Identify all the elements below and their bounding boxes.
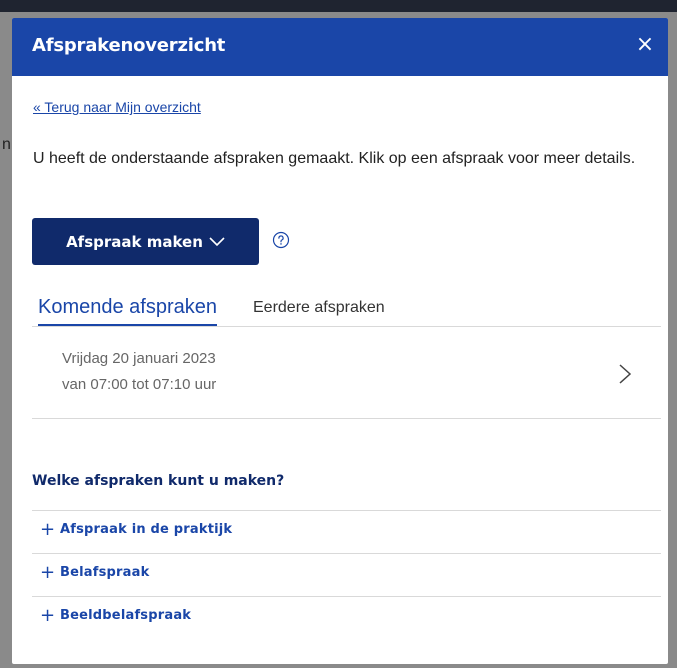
make-appointment-button[interactable]: Afspraak maken [32,218,259,265]
appointment-types-heading: Welke afspraken kunt u maken? [32,473,285,489]
option-label: Beeldbelafspraak [60,608,192,623]
background-top-bar [0,0,677,12]
appointments-dialog: Afsprakenoverzicht × « Terug naar Mijn o… [12,18,668,664]
close-button[interactable]: × [632,32,658,58]
background-overlay-right [668,12,677,668]
option-label: Belafspraak [60,565,150,580]
background-overlay-left [0,12,12,668]
appointment-time: van 07:00 tot 07:10 uur [62,376,217,393]
tab-upcoming-appointments[interactable]: Komende afspraken [38,296,218,326]
help-circle-icon[interactable] [272,231,290,249]
plus-icon: + [40,519,56,540]
option-phone-appointment[interactable]: + Belafspraak [32,553,661,596]
option-practice-appointment[interactable]: + Afspraak in de praktijk [32,510,661,553]
option-video-appointment[interactable]: + Beeldbelafspraak [32,596,661,639]
plus-icon: + [40,605,56,626]
make-appointment-label: Afspraak maken [66,232,203,251]
appointment-tabs: Komende afspraken Eerdere afspraken [32,296,661,327]
chevron-down-icon [209,236,225,246]
intro-text: U heeft de onderstaande afspraken gemaak… [33,150,636,167]
chevron-right-icon [619,364,632,384]
close-icon: × [635,32,655,57]
tab-past-appointments[interactable]: Eerdere afspraken [253,298,385,318]
dialog-header: Afsprakenoverzicht × [12,18,668,76]
option-label: Afspraak in de praktijk [60,522,233,537]
plus-icon: + [40,562,56,583]
dialog-title: Afsprakenoverzicht [32,35,226,56]
back-to-overview-link[interactable]: « Terug naar Mijn overzicht [33,99,201,115]
appointment-list-item[interactable]: Vrijdag 20 januari 2023 van 07:00 tot 07… [32,336,661,419]
appointment-date: Vrijdag 20 januari 2023 [62,350,216,367]
background-partial-text: n [2,136,11,153]
